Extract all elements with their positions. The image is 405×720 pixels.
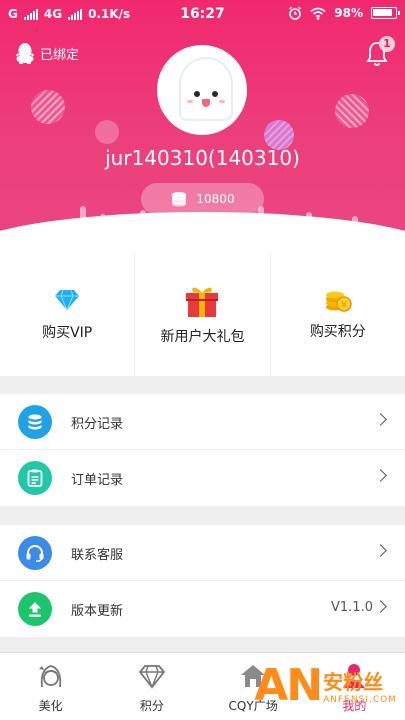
- version-update-row[interactable]: 版本更新 V1.1.0: [0, 581, 405, 637]
- quick-actions: 购买VIP 新用户大礼包 ¥ 购买积分: [0, 252, 405, 376]
- username: jur140310(140310): [105, 146, 300, 170]
- decor-bubble: [335, 94, 369, 128]
- contact-support-row[interactable]: 联系客服: [0, 525, 405, 581]
- decor-bubble: [31, 90, 65, 124]
- support-menu: 联系客服 版本更新 V1.1.0: [0, 525, 405, 637]
- tab-beautify-label: 美化: [38, 699, 63, 713]
- coins-icon: ¥: [325, 291, 352, 312]
- version-number: V1.1.0: [331, 600, 373, 615]
- gift-icon: [186, 287, 219, 317]
- girl-face-icon: [38, 665, 61, 688]
- new-user-gift-label: 新用户大礼包: [160, 329, 245, 345]
- points-value: 10800: [196, 192, 235, 206]
- tab-points-label: 积分: [139, 699, 164, 713]
- clipboard-icon: [18, 461, 52, 495]
- diamond-outline-icon: [138, 665, 166, 689]
- records-menu: 积分记录 订单记录: [0, 394, 405, 506]
- diamond-icon: [55, 289, 80, 311]
- battery-icon: [371, 7, 400, 19]
- version-update-label: 版本更新: [71, 604, 124, 619]
- chevron-right-icon: [374, 544, 387, 557]
- database-icon: [18, 405, 52, 439]
- points-balance[interactable]: 10800: [141, 183, 264, 215]
- buy-vip-label: 购买VIP: [42, 325, 93, 341]
- profile-header: G 4G 0.1K/s 16:27 98% 已绑定 1 jur140310(14…: [0, 0, 405, 252]
- battery-level: 98%: [334, 6, 363, 20]
- chevron-right-icon: [374, 469, 387, 482]
- chevron-right-icon: [374, 600, 387, 613]
- notification-badge: 1: [379, 36, 395, 52]
- points-record-label: 积分记录: [71, 417, 124, 432]
- ghost-mascot-icon: [179, 57, 233, 121]
- upload-icon: [18, 592, 52, 626]
- decor-bubble: [95, 120, 119, 144]
- headset-icon: [18, 536, 52, 570]
- watermark-logo: AN: [254, 660, 323, 711]
- qq-penguin-icon: [16, 43, 34, 64]
- alarm-icon: [289, 6, 302, 20]
- contact-support-label: 联系客服: [71, 548, 124, 563]
- svg-text:¥: ¥: [341, 301, 347, 311]
- chevron-right-icon: [374, 413, 387, 426]
- watermark-name: 安粉丝: [323, 670, 384, 694]
- new-user-gift-button[interactable]: 新用户大礼包: [134, 252, 269, 376]
- status-bar: G 4G 0.1K/s 16:27 98%: [0, 0, 405, 30]
- order-record-label: 订单记录: [71, 473, 124, 488]
- notification-button[interactable]: 1: [365, 36, 395, 68]
- header-curve: [0, 212, 405, 252]
- wifi-icon: [310, 7, 326, 20]
- order-record-row[interactable]: 订单记录: [0, 450, 405, 506]
- user-avatar[interactable]: [157, 45, 247, 135]
- site-watermark: AN 安粉丝 ANFENSI.COM: [254, 660, 397, 711]
- buy-vip-button[interactable]: 购买VIP: [0, 252, 134, 376]
- buy-points-label: 购买积分: [309, 324, 366, 340]
- qq-bind-status[interactable]: 已绑定: [16, 42, 79, 64]
- points-record-row[interactable]: 积分记录: [0, 394, 405, 450]
- tab-points[interactable]: 积分: [101, 653, 202, 720]
- qq-status-label: 已绑定: [40, 47, 80, 63]
- coin-stack-icon: [172, 192, 187, 207]
- tab-beautify[interactable]: 美化: [0, 653, 101, 720]
- buy-points-button[interactable]: ¥ 购买积分: [269, 252, 405, 376]
- watermark-domain: ANFENSI.COM: [323, 695, 397, 705]
